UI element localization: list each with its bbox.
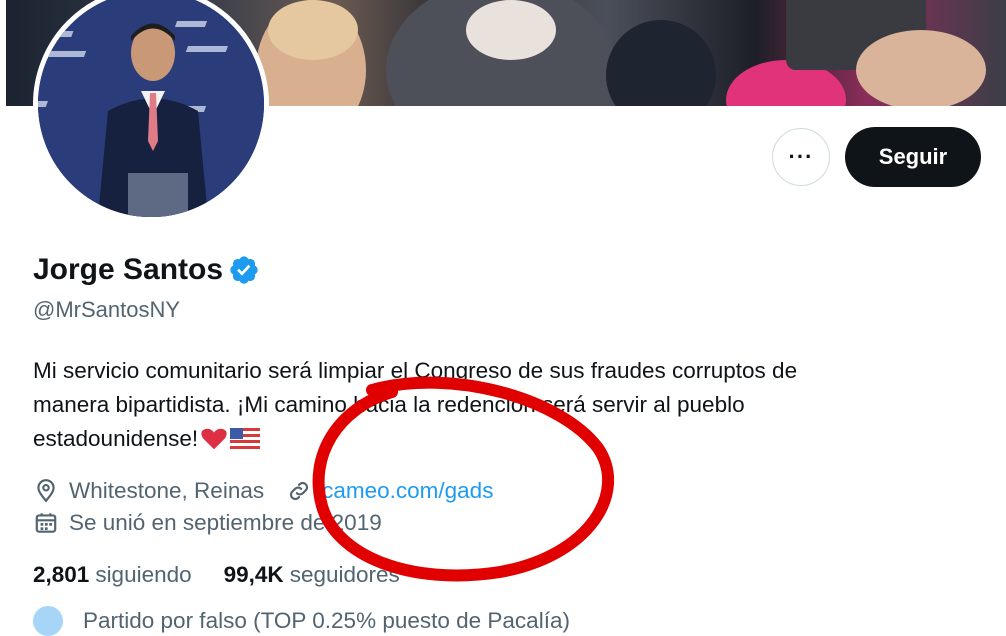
profile-avatar[interactable] [33, 0, 269, 222]
display-name: Jorge Santos [33, 253, 224, 286]
profile-joined-row: Se unió en septiembre de 2019 [33, 508, 382, 538]
more-options-button[interactable]: ··· [772, 128, 830, 186]
profile-location: Whitestone, Reinas [33, 476, 264, 506]
followers-label: seguidores [289, 562, 400, 587]
following-label: siguiendo [95, 562, 192, 587]
link-icon [290, 481, 309, 501]
profile-stats: 2,801 siguiendo 99,4K seguidores [33, 560, 400, 590]
follow-button[interactable]: Seguir [845, 127, 981, 187]
partial-info-text: Partido por falso (TOP 0.25% puesto de P… [83, 608, 570, 633]
joined-date: Se unió en septiembre de 2019 [69, 510, 382, 535]
followers-stat[interactable]: 99,4K seguidores [224, 560, 400, 590]
more-icon: ··· [788, 144, 814, 169]
location-pin-icon [37, 479, 55, 503]
label-badge-icon [33, 606, 63, 636]
profile-name-row: Jorge Santos [33, 251, 260, 289]
bio-line: manera bipartidista. ¡Mi camino hacia la… [33, 392, 745, 417]
follow-button-label: Seguir [878, 144, 948, 169]
location-text: Whitestone, Reinas [69, 478, 265, 503]
profile-bio: Mi servicio comunitario será limpiar el … [33, 354, 953, 456]
partial-info-row: Partido por falso (TOP 0.25% puesto de P… [33, 606, 570, 636]
bio-line: estadounidense! [33, 426, 199, 451]
bio-line-last: estadounidense! [33, 422, 953, 456]
following-count: 2,801 [33, 562, 90, 587]
calendar-icon [35, 513, 57, 533]
following-stat[interactable]: 2,801 siguiendo [33, 560, 192, 590]
heart-emoji-icon [201, 428, 227, 450]
us-flag-emoji-icon [230, 428, 261, 450]
profile-meta-row: Whitestone, Reinas cameo.com/gads [33, 476, 493, 506]
followers-count: 99,4K [223, 562, 284, 587]
website-link[interactable]: cameo.com/gads [322, 476, 493, 506]
profile-handle: @MrSantosNY [33, 297, 181, 322]
profile-website[interactable]: cameo.com/gads [286, 476, 493, 506]
verified-badge-icon[interactable] [228, 254, 260, 286]
avatar-image [38, 0, 264, 217]
bio-line: Mi servicio comunitario será limpiar el … [33, 358, 798, 383]
